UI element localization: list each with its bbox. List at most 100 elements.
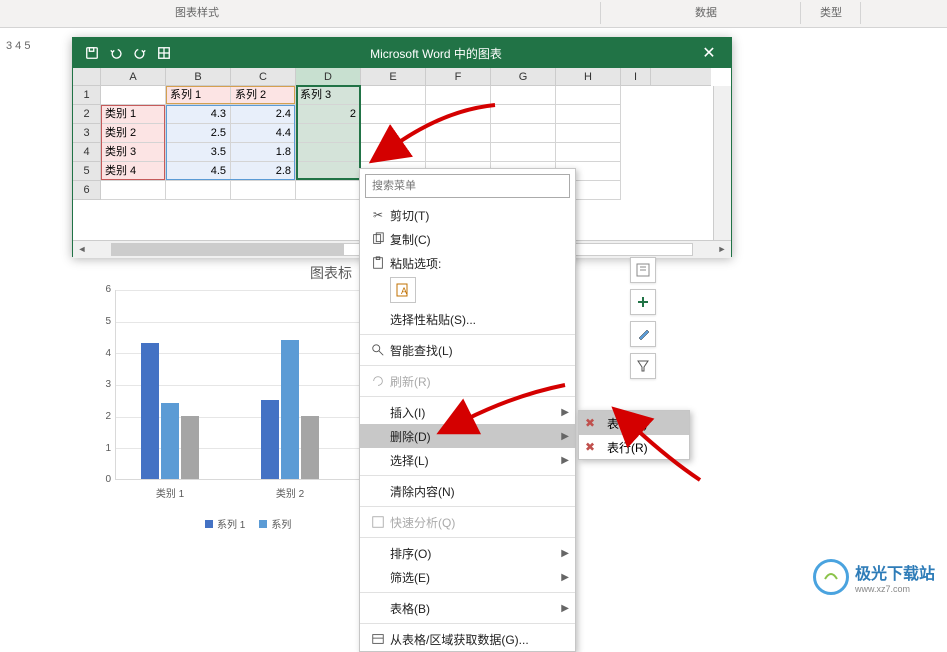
undo-button[interactable]: [105, 42, 127, 64]
ribbon-group-type: 类型: [820, 4, 842, 20]
cell-a5[interactable]: 类别 4: [101, 162, 166, 181]
row-header-6[interactable]: 6: [73, 181, 101, 200]
cell-a3[interactable]: 类别 2: [101, 124, 166, 143]
chart-styles-button[interactable]: [630, 321, 656, 347]
col-header-a[interactable]: A: [101, 68, 166, 85]
cell-d4[interactable]: [296, 143, 361, 162]
bar-cat1-s1[interactable]: [141, 343, 159, 479]
chevron-right-icon: ▶: [561, 431, 569, 442]
watermark-brand: 极光下载站: [855, 560, 935, 584]
menu-table[interactable]: 表格(B)▶: [360, 596, 575, 620]
chevron-right-icon: ▶: [561, 572, 569, 583]
row-header-3[interactable]: 3: [73, 124, 101, 143]
cell-c3[interactable]: 4.4: [231, 124, 296, 143]
ribbon-group-data: 数据: [695, 4, 717, 20]
col-header-i[interactable]: I: [621, 68, 651, 85]
cell-b2[interactable]: 4.3: [166, 105, 231, 124]
vertical-scrollbar[interactable]: [713, 86, 731, 240]
legend-s2: 系列: [271, 516, 291, 531]
menu-copy[interactable]: 复制(C): [360, 227, 575, 251]
col-header-d[interactable]: D: [296, 68, 361, 85]
quick-analysis-icon: [366, 515, 390, 529]
chevron-right-icon: ▶: [561, 455, 569, 466]
delete-column-icon: ✖: [585, 416, 607, 430]
redo-button[interactable]: [129, 42, 151, 64]
watermark-logo-icon: [813, 559, 849, 595]
cell-a1[interactable]: [101, 86, 166, 105]
chart-add-button[interactable]: [630, 289, 656, 315]
cell-d1[interactable]: 系列 3: [296, 86, 361, 105]
cell-d2[interactable]: 2: [296, 105, 361, 124]
menu-filter[interactable]: 筛选(E)▶: [360, 565, 575, 589]
col-header-f[interactable]: F: [426, 68, 491, 85]
menu-cut[interactable]: ✂剪切(T): [360, 203, 575, 227]
excel-titlebar: Microsoft Word 中的图表 ✕: [73, 38, 731, 68]
copy-icon: [366, 232, 390, 246]
cell-a2[interactable]: 类别 1: [101, 105, 166, 124]
menu-delete[interactable]: 删除(D)▶: [360, 424, 575, 448]
menu-insert[interactable]: 插入(I)▶: [360, 400, 575, 424]
ytick-0: 0: [93, 474, 111, 485]
select-all-corner[interactable]: [73, 68, 101, 86]
chevron-right-icon: ▶: [561, 407, 569, 418]
bar-cat1-s3[interactable]: [181, 416, 199, 479]
save-button[interactable]: [81, 42, 103, 64]
menu-quick-analysis: 快速分析(Q): [360, 510, 575, 534]
row-header-4[interactable]: 4: [73, 143, 101, 162]
col-header-h[interactable]: H: [556, 68, 621, 85]
column-headers[interactable]: A B C D E F G H I: [101, 68, 711, 86]
ribbon-group-chart-style: 图表样式: [175, 4, 219, 20]
cell-b4[interactable]: 3.5: [166, 143, 231, 162]
bar-cat1-s2[interactable]: [161, 403, 179, 479]
submenu-delete-rows[interactable]: ✖表行(R): [579, 435, 689, 459]
bar-cat2-s1[interactable]: [261, 400, 279, 479]
cell-c4[interactable]: 1.8: [231, 143, 296, 162]
ytick-1: 1: [93, 443, 111, 454]
submenu-delete-columns[interactable]: ✖表列(C): [579, 411, 689, 435]
menu-clear-contents[interactable]: 清除内容(N): [360, 479, 575, 503]
chart-legend: 系列 1 系列: [205, 516, 291, 531]
row-header-5[interactable]: 5: [73, 162, 101, 181]
col-header-c[interactable]: C: [231, 68, 296, 85]
cell-b5[interactable]: 4.5: [166, 162, 231, 181]
cell-c5[interactable]: 2.8: [231, 162, 296, 181]
xlabel-cat1: 类别 1: [140, 485, 200, 500]
scroll-left-arrow[interactable]: ◄: [73, 241, 91, 258]
excel-window-title: Microsoft Word 中的图表: [177, 45, 695, 62]
grid-icon[interactable]: [153, 42, 175, 64]
ytick-6: 6: [93, 284, 111, 295]
menu-get-data-from-table[interactable]: 从表格/区域获取数据(G)...: [360, 627, 575, 651]
row-headers[interactable]: 1 2 3 4 5 6: [73, 86, 101, 200]
cell-c1[interactable]: 系列 2: [231, 86, 296, 105]
row-header-1[interactable]: 1: [73, 86, 101, 105]
menu-search-input[interactable]: 搜索菜单: [365, 174, 570, 198]
close-button[interactable]: ✕: [695, 43, 723, 63]
context-menu: 搜索菜单 ✂剪切(T) 复制(C) 粘贴选项: A 选择性粘贴(S)... 智能…: [359, 168, 576, 652]
menu-paste-special[interactable]: 选择性粘贴(S)...: [360, 307, 575, 331]
cell-b1[interactable]: 系列 1: [166, 86, 231, 105]
cell-b3[interactable]: 2.5: [166, 124, 231, 143]
cell-a4[interactable]: 类别 3: [101, 143, 166, 162]
chart-elements-button[interactable]: [630, 257, 656, 283]
bar-cat2-s3[interactable]: [301, 416, 319, 479]
menu-smart-lookup[interactable]: 智能查找(L): [360, 338, 575, 362]
col-header-g[interactable]: G: [491, 68, 556, 85]
refresh-icon: [366, 374, 390, 388]
bar-cat2-s2[interactable]: [281, 340, 299, 479]
col-header-b[interactable]: B: [166, 68, 231, 85]
scroll-right-arrow[interactable]: ►: [713, 241, 731, 258]
chart-filter-button[interactable]: [630, 353, 656, 379]
cell-d5[interactable]: [296, 162, 361, 181]
clipboard-icon: [366, 256, 390, 270]
scroll-thumb[interactable]: [112, 244, 344, 255]
scissors-icon: ✂: [366, 208, 390, 222]
paste-option-keep-source[interactable]: A: [390, 277, 416, 303]
legend-s1: 系列 1: [217, 516, 245, 531]
menu-select[interactable]: 选择(L)▶: [360, 448, 575, 472]
cell-c2[interactable]: 2.4: [231, 105, 296, 124]
row-header-2[interactable]: 2: [73, 105, 101, 124]
col-header-e[interactable]: E: [361, 68, 426, 85]
cell-d3[interactable]: [296, 124, 361, 143]
menu-sort[interactable]: 排序(O)▶: [360, 541, 575, 565]
ytick-4: 4: [93, 348, 111, 359]
